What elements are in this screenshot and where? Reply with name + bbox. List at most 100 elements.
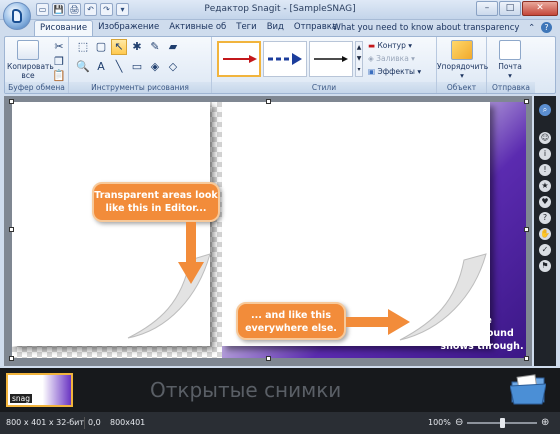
sidebar-check-icon[interactable]: ✓ <box>539 244 551 256</box>
effects-icon: ▣ <box>368 67 376 76</box>
copy-all-label: Копировать все <box>7 62 54 80</box>
zoom-slider-thumb[interactable] <box>500 418 505 428</box>
effects-button[interactable]: ▣ Эффекты ▾ <box>368 67 421 76</box>
highlight-icon[interactable]: ▰ <box>165 39 181 55</box>
window-controls: – □ ✕ <box>476 1 558 16</box>
text-icon[interactable]: A <box>93 59 109 75</box>
copy-all-button[interactable]: Копировать все <box>7 40 54 80</box>
zoom-icon[interactable]: 🔍 <box>75 59 91 75</box>
callout-transparent-areas[interactable]: Transparent areas look like this in Edit… <box>92 182 220 222</box>
fill-icon[interactable]: ◈ <box>147 59 163 75</box>
sidebar-star-icon[interactable]: ★ <box>539 180 551 192</box>
fill-bucket-icon: ◈ <box>368 54 374 63</box>
resize-handle-bl[interactable] <box>9 356 14 361</box>
zoom-out-icon[interactable]: ⊖ <box>455 412 463 434</box>
clipboard-group-label: Буфер обмена <box>5 82 68 93</box>
close-button[interactable]: ✕ <box>522 1 558 16</box>
object-group-label: Объект <box>437 82 486 93</box>
zoom-level: 100% <box>428 418 451 427</box>
tab-image[interactable]: Изображение <box>93 20 164 36</box>
send-group: Почта ▾ Отправка <box>487 37 535 93</box>
mail-label: Почта <box>498 62 522 71</box>
resize-handle-r[interactable] <box>524 227 529 232</box>
down-arrow-icon <box>178 222 204 284</box>
style-black-arrow[interactable] <box>309 41 353 77</box>
image-dimensions: 800 x 401 x 32-бит <box>6 418 85 427</box>
canvas-area[interactable]: Transparent areas look like this in Edit… <box>4 96 532 366</box>
tab-tags[interactable]: Теги <box>231 20 261 36</box>
tray-label: Открытые снимки <box>150 378 342 402</box>
sidebar-search-icon[interactable]: ⌕ <box>539 104 551 116</box>
tab-drawing[interactable]: Рисование <box>34 20 94 36</box>
copy-all-icon <box>17 40 39 60</box>
tab-hotspots[interactable]: Активные об <box>164 20 231 36</box>
selection-size: 800x401 <box>110 418 146 427</box>
arrange-icon <box>451 40 473 60</box>
line-icon[interactable]: ╲ <box>111 59 127 75</box>
help-area: What you need to know about transparency… <box>332 22 552 33</box>
open-captures-tray: snag Открытые снимки <box>0 368 560 412</box>
resize-handle-tr[interactable] <box>524 99 529 104</box>
object-group: Упорядочить ▾ Объект <box>437 37 488 93</box>
cut-icon[interactable]: ✂ <box>51 39 67 55</box>
right-arrow-icon <box>346 309 410 335</box>
stamp-icon[interactable]: ✱ <box>129 39 145 55</box>
style-blue-arrow[interactable] <box>263 41 307 77</box>
resize-handle-br[interactable] <box>524 356 529 361</box>
maximize-button[interactable]: □ <box>499 1 521 16</box>
styles-group-label: Стили <box>212 82 436 93</box>
drawing-tools-group: ⬚ ▢ ↖ ✱ ✎ ▰ 🔍 A ╲ ▭ ◈ ◇ Инструменты рисо… <box>69 37 212 93</box>
zoom-in-icon[interactable]: ⊕ <box>541 412 549 434</box>
shape-icon[interactable]: ▭ <box>129 59 145 75</box>
sidebar-emoji-icon[interactable]: ☺ <box>539 132 551 144</box>
red-arrow-icon <box>223 55 257 63</box>
fill-label: Заливка <box>376 54 409 63</box>
sidebar-info-icon[interactable]: i <box>539 148 551 160</box>
callout-icon[interactable]: ▢ <box>93 39 109 55</box>
capture-thumbnail[interactable]: snag <box>6 373 73 407</box>
library-folder-icon[interactable] <box>510 372 546 406</box>
arrange-button[interactable]: Упорядочить ▾ <box>437 40 488 80</box>
outline-button[interactable]: ▬ Контур ▾ <box>368 41 412 50</box>
transparency-help-link[interactable]: What you need to know about transparency <box>332 23 519 33</box>
fill-button[interactable]: ◈ Заливка ▾ <box>368 54 415 63</box>
status-divider <box>84 417 85 429</box>
outline-label: Контур <box>377 41 406 50</box>
snagit-logo-icon <box>12 9 22 23</box>
mail-icon <box>499 40 521 60</box>
sidebar-warning-icon[interactable]: ! <box>539 164 551 176</box>
sidebar-heart-icon[interactable]: ♥ <box>539 196 551 208</box>
background-note: The background shows through. <box>440 315 524 352</box>
styles-scroll[interactable]: ▲ ▼ ▾ <box>355 41 363 77</box>
eraser-icon[interactable]: ◇ <box>165 59 181 75</box>
thumbnail-badge: snag <box>10 394 33 403</box>
snagit-window: ▭ 💾 🖨 ↶ ↷ ▾ Редактор Snagit - [SampleSNA… <box>0 0 560 434</box>
sidebar-stop-icon[interactable]: ✋ <box>539 228 551 240</box>
black-arrow-icon <box>314 56 348 62</box>
mail-button[interactable]: Почта ▾ <box>487 40 533 80</box>
ribbon-tabs: Рисование Изображение Активные об Теги В… <box>34 20 342 36</box>
send-group-label: Отправка <box>487 82 535 93</box>
arrow-icon[interactable]: ↖ <box>111 39 127 55</box>
resize-handle-t[interactable] <box>266 99 271 104</box>
clipboard-group: Копировать все ✂ ❐ 📋 Буфер обмена <box>5 37 69 93</box>
status-bar: 800 x 401 x 32-бит 0,0 800x401 100% ⊖ ⊕ <box>0 412 560 434</box>
snagit-menu-button[interactable] <box>3 2 31 30</box>
ribbon: Копировать все ✂ ❐ 📋 Буфер обмена ⬚ ▢ ↖ … <box>4 36 556 94</box>
resize-handle-b[interactable] <box>266 356 271 361</box>
minimize-ribbon-icon[interactable]: ⌃ <box>528 23 535 33</box>
tab-view[interactable]: Вид <box>262 20 289 36</box>
selection-icon[interactable]: ⬚ <box>75 39 91 55</box>
blue-arrow-icon <box>268 53 302 65</box>
resize-handle-l[interactable] <box>9 227 14 232</box>
sidebar-flag-icon[interactable]: ⚑ <box>539 260 551 272</box>
style-red-arrow[interactable] <box>217 41 261 77</box>
callout-everywhere-else[interactable]: ... and like this everywhere else. <box>236 302 346 340</box>
pen-icon[interactable]: ✎ <box>147 39 163 55</box>
sidebar-question-icon[interactable]: ? <box>539 212 551 224</box>
cursor-position: 0,0 <box>88 418 101 427</box>
image-canvas[interactable]: Transparent areas look like this in Edit… <box>12 102 526 358</box>
help-icon[interactable]: ? <box>541 22 552 33</box>
minimize-button[interactable]: – <box>476 1 498 16</box>
resize-handle-tl[interactable] <box>9 99 14 104</box>
